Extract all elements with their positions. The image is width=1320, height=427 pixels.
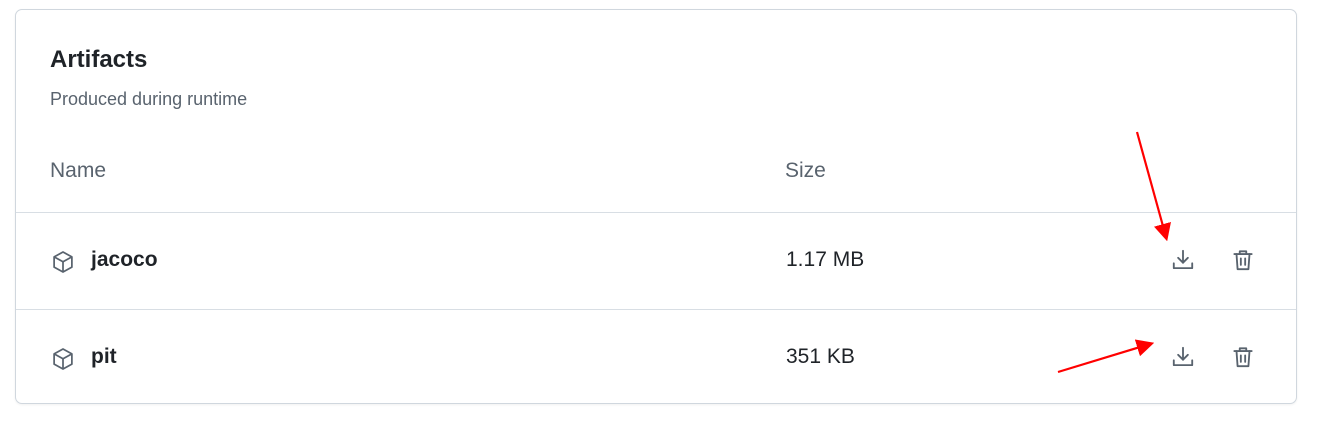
download-icon [1172, 346, 1194, 367]
column-header-size: Size [785, 159, 826, 182]
trash-icon [1233, 250, 1253, 271]
section-title: Artifacts [50, 46, 148, 73]
download-button[interactable] [1166, 243, 1200, 277]
download-icon [1172, 249, 1194, 270]
download-button[interactable] [1166, 340, 1200, 374]
artifact-size: 351 KB [786, 345, 855, 368]
table-row: jacoco 1.17 MB [16, 213, 1296, 309]
trash-icon [1233, 347, 1253, 368]
artifact-name[interactable]: jacoco [91, 247, 158, 273]
section-subtitle: Produced during runtime [50, 89, 248, 109]
delete-button[interactable] [1226, 340, 1260, 374]
column-header-name: Name [50, 159, 107, 182]
artifact-name[interactable]: pit [91, 344, 117, 370]
package-icon [50, 346, 76, 372]
delete-button[interactable] [1226, 243, 1260, 277]
artifacts-card: Artifacts Produced during runtime Name S… [15, 9, 1297, 404]
table-row: pit 351 KB [16, 310, 1296, 406]
artifact-size: 1.17 MB [786, 248, 865, 271]
package-icon [50, 249, 76, 275]
